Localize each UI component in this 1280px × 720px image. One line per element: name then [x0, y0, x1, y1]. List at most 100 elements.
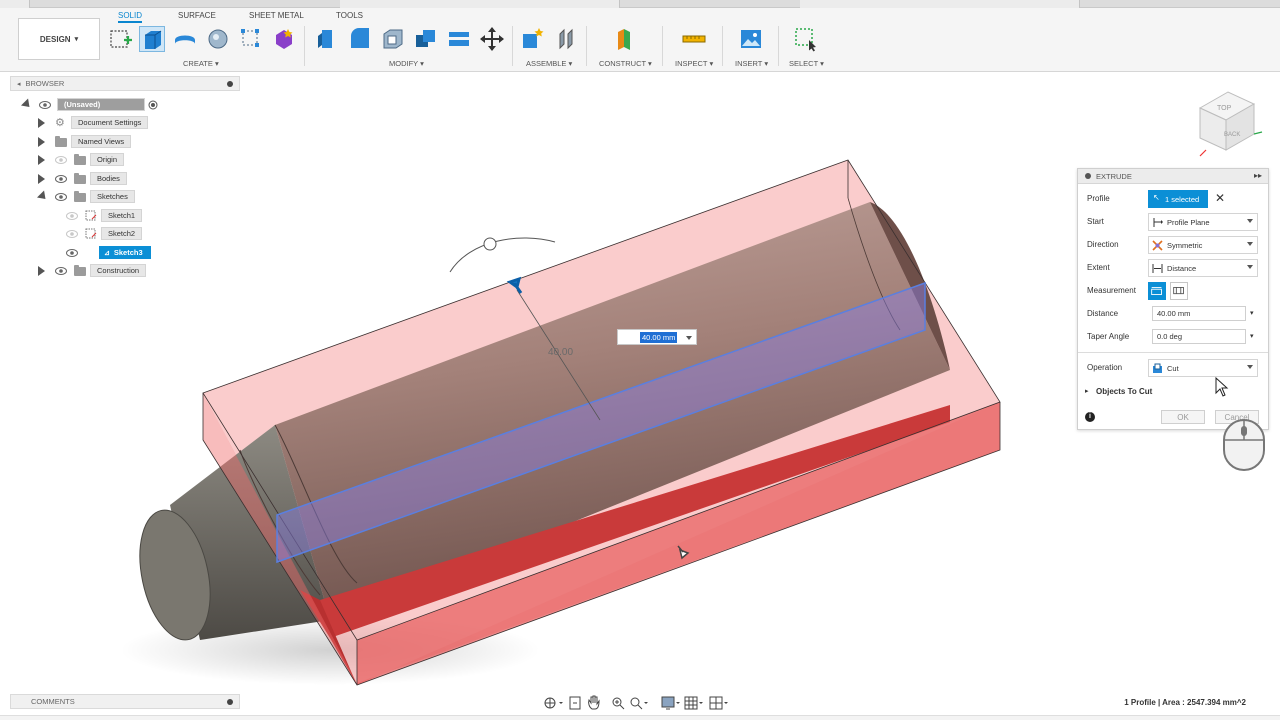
visibility-eye-icon[interactable] [55, 156, 67, 164]
clear-selection-icon[interactable]: ✕ [1215, 191, 1225, 205]
taper-arc [449, 237, 556, 273]
expand-triangle-icon[interactable] [38, 266, 45, 276]
joint-icon[interactable] [554, 26, 580, 52]
direction-label: Direction [1087, 240, 1119, 249]
pin-icon[interactable] [1085, 173, 1091, 179]
objects-to-cut-row[interactable]: ▸ Objects To Cut [1078, 382, 1268, 402]
distance-dimension-input[interactable]: 40.00 mm [617, 329, 697, 345]
orbit-icon[interactable] [544, 697, 556, 709]
press-pull-icon[interactable] [314, 26, 340, 52]
extrude-dialog: EXTRUDE ▸▸ Profile ↖ 1 selected ✕ Start … [1077, 168, 1269, 430]
create-sketch-icon[interactable] [108, 26, 134, 52]
visibility-eye-icon[interactable] [66, 212, 78, 220]
tab-sheet-metal[interactable]: SHEET METAL [249, 11, 304, 20]
pin-icon[interactable] [227, 81, 233, 87]
profile-select-button[interactable]: ↖ 1 selected [1148, 190, 1208, 208]
taper-angle-row: Taper Angle 0.0 deg ▾ [1078, 327, 1268, 347]
measure-from-profile-button[interactable] [1148, 282, 1166, 300]
construct-menu[interactable]: CONSTRUCT ▾ [599, 59, 652, 68]
inspect-menu[interactable]: INSPECT ▾ [675, 59, 713, 68]
display-settings-icon[interactable] [661, 696, 675, 710]
grid-settings-icon[interactable] [684, 696, 698, 710]
modify-menu[interactable]: MODIFY ▾ [389, 59, 424, 68]
visibility-eye-icon[interactable] [66, 230, 78, 238]
pan-hand-icon[interactable] [588, 695, 600, 710]
measure-from-edge-button[interactable] [1170, 282, 1188, 300]
direction-dropdown[interactable]: Symmetric [1148, 236, 1258, 254]
view-cube[interactable]: TOP BACK [1198, 91, 1263, 157]
combine-icon[interactable] [413, 26, 439, 52]
create-form-icon[interactable] [271, 26, 297, 52]
tab-solid[interactable]: SOLID [118, 11, 143, 23]
chevron-down-icon[interactable]: ▾ [1250, 309, 1254, 317]
ok-button[interactable]: OK [1161, 410, 1205, 424]
chevron-down-icon[interactable]: ▾ [1250, 332, 1254, 340]
info-icon[interactable]: i [1085, 412, 1095, 422]
zoom-window-icon[interactable] [630, 697, 643, 710]
document-tab[interactable] [340, 0, 620, 8]
zoom-icon[interactable] [612, 697, 625, 710]
measure-icon[interactable] [681, 26, 707, 52]
look-at-icon[interactable] [569, 696, 581, 710]
app-menu-tab[interactable] [0, 0, 30, 8]
viewports-icon[interactable] [709, 696, 723, 710]
sketch-icon: ⊿ [104, 249, 110, 257]
loft-icon[interactable] [238, 26, 264, 52]
workspace-switcher[interactable]: DESIGN ▾ [18, 18, 100, 60]
activate-radio-icon[interactable] [148, 100, 158, 110]
extrude-icon[interactable] [139, 26, 165, 52]
select-window-icon[interactable] [793, 26, 819, 52]
taper-angle-input[interactable]: 0.0 deg [1152, 329, 1246, 344]
extrude-title: EXTRUDE [1096, 171, 1132, 181]
start-dropdown[interactable]: Profile Plane [1148, 213, 1258, 231]
new-component-icon[interactable] [520, 26, 546, 52]
revolve-icon[interactable] [172, 26, 198, 52]
tab-surface[interactable]: SURFACE [178, 11, 216, 20]
taper-handle[interactable] [483, 237, 497, 251]
tab-tools[interactable]: TOOLS [336, 11, 363, 20]
split-face-icon[interactable] [446, 26, 472, 52]
visibility-eye-icon[interactable] [66, 249, 78, 257]
folder-icon [55, 136, 67, 147]
panel-collapse-icon[interactable]: ◂ [17, 80, 21, 88]
operation-dropdown[interactable]: Cut [1148, 359, 1258, 377]
distance-value: 40.00 mm [1157, 309, 1191, 318]
visibility-eye-icon[interactable] [39, 101, 51, 109]
expand-triangle-icon[interactable] [20, 98, 34, 111]
direction-value: Symmetric [1167, 240, 1203, 250]
comments-panel[interactable]: COMMENTS [10, 694, 240, 709]
sweep-icon[interactable] [205, 26, 231, 52]
extent-dropdown[interactable]: Distance [1148, 259, 1258, 277]
measure-edge-icon [1173, 287, 1184, 295]
expand-triangle-icon[interactable] [36, 190, 50, 203]
extrude-header[interactable]: EXTRUDE ▸▸ [1078, 169, 1268, 184]
fillet-icon[interactable] [347, 26, 373, 52]
workspace-label: DESIGN [39, 34, 71, 44]
offset-plane-icon[interactable] [612, 26, 638, 52]
distance-input[interactable]: 40.00 mm [1152, 306, 1246, 321]
profile-row: Profile ↖ 1 selected ✕ [1078, 189, 1268, 209]
pin-icon[interactable] [227, 699, 233, 705]
profile-value: 1 selected [1165, 194, 1200, 204]
browser-panel: ◂ BROWSER (Unsaved) ⚙ Document Settings … [10, 76, 240, 286]
expand-triangle-icon[interactable] [38, 155, 45, 165]
expand-triangle-icon[interactable] [38, 118, 45, 128]
browser-header[interactable]: ◂ BROWSER [10, 76, 240, 91]
tree-node-label: Document Settings [71, 116, 149, 129]
insert-menu[interactable]: INSERT ▾ [735, 59, 768, 68]
create-menu[interactable]: CREATE ▾ [183, 59, 219, 68]
visibility-eye-icon[interactable] [55, 175, 67, 183]
shell-icon[interactable] [380, 26, 406, 52]
insert-image-icon[interactable] [738, 26, 764, 52]
expand-triangle-icon[interactable]: ▸ [1085, 387, 1089, 395]
expand-triangle-icon[interactable] [38, 137, 45, 147]
visibility-eye-icon[interactable] [55, 267, 67, 275]
move-icon[interactable] [479, 26, 505, 52]
visibility-eye-icon[interactable] [55, 193, 67, 201]
assemble-menu[interactable]: ASSEMBLE ▾ [526, 59, 572, 68]
expand-triangle-icon[interactable] [38, 174, 45, 184]
select-menu[interactable]: SELECT ▾ [789, 59, 824, 68]
distance-icon [1152, 264, 1163, 273]
expand-arrows-icon[interactable]: ▸▸ [1254, 171, 1262, 180]
document-tab-2[interactable] [800, 0, 1080, 8]
